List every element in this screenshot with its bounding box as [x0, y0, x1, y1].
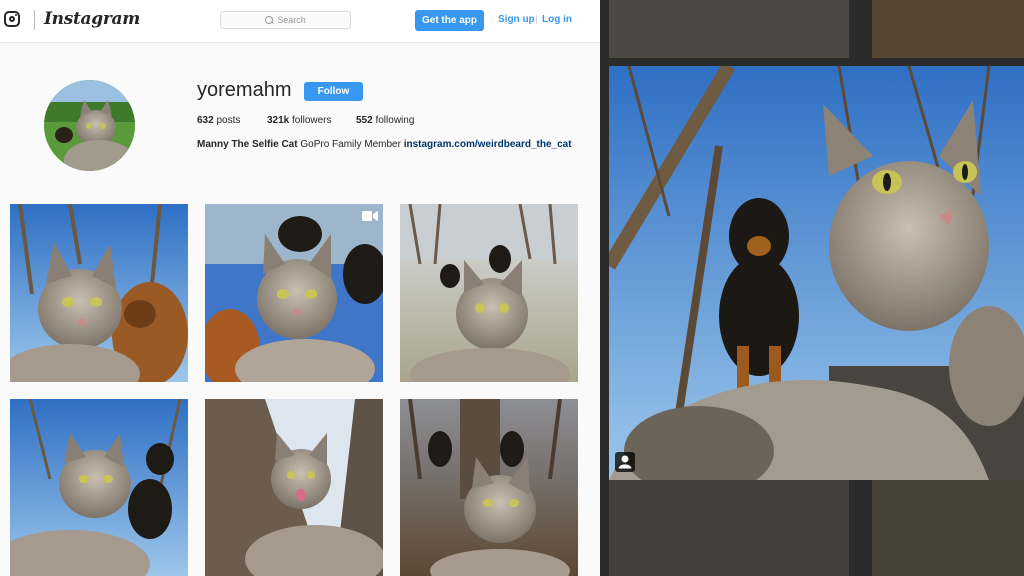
search-icon: [265, 16, 274, 24]
header-divider: [34, 10, 35, 30]
bio-text: GoPro Family Member: [300, 139, 401, 150]
following-count: 552: [356, 115, 373, 126]
followers-stat[interactable]: 321k followers: [267, 115, 332, 126]
followers-count: 321k: [267, 115, 290, 126]
search-input[interactable]: Search: [220, 11, 351, 29]
post-thumbnail[interactable]: [205, 204, 383, 382]
post-thumbnail[interactable]: [10, 204, 188, 382]
posts-count: 632: [197, 115, 214, 126]
instagram-profile-page: Instagram Search Get the app Sign up | L…: [0, 0, 600, 576]
post-thumbnail[interactable]: [400, 399, 578, 576]
background-post-thumbnail: [609, 480, 849, 576]
posts-stat: 632 posts: [197, 115, 240, 126]
posts-label: posts: [216, 115, 241, 126]
log-in-link[interactable]: Log in: [542, 14, 572, 25]
enlarged-post-photo[interactable]: [609, 66, 1024, 480]
instagram-glyph-icon[interactable]: [4, 11, 20, 27]
post-thumbnail[interactable]: [400, 204, 578, 382]
follow-button[interactable]: Follow: [304, 82, 363, 101]
top-navigation-bar: Instagram Search Get the app Sign up | L…: [0, 0, 600, 43]
post-thumbnail[interactable]: [205, 399, 383, 576]
bio-link[interactable]: instagram.com/weirdbeard_the_cat: [404, 139, 572, 150]
background-post-thumbnail: [872, 0, 1024, 58]
sign-up-link[interactable]: Sign up: [498, 14, 535, 25]
search-placeholder: Search: [277, 15, 306, 25]
link-separator: |: [535, 14, 538, 25]
background-post-thumbnail: [609, 0, 849, 58]
instagram-logo[interactable]: Instagram: [44, 9, 140, 29]
profile-bio: Manny The Selfie Cat GoPro Family Member…: [197, 139, 572, 150]
bio-full-name: Manny The Selfie Cat: [197, 139, 298, 150]
post-thumbnail[interactable]: [10, 399, 188, 576]
following-stat[interactable]: 552 following: [356, 115, 414, 126]
profile-username: yoremahm: [197, 79, 292, 101]
get-the-app-button[interactable]: Get the app: [415, 10, 484, 31]
video-badge-icon: [362, 211, 378, 221]
avatar[interactable]: [44, 80, 135, 171]
background-post-thumbnail: [872, 480, 1024, 576]
followers-label: followers: [292, 115, 332, 126]
user-tag-icon[interactable]: [615, 452, 635, 472]
following-label: following: [375, 115, 415, 126]
